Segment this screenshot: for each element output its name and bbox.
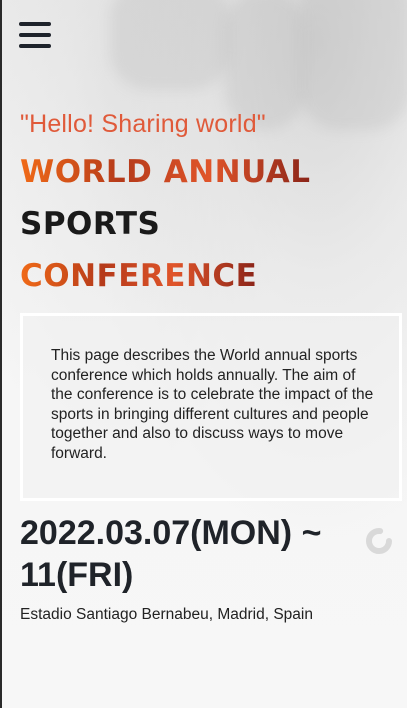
left-border bbox=[0, 0, 2, 708]
description-box: This page describes the World annual spo… bbox=[20, 313, 402, 501]
greeting-text: "Hello! Sharing world" bbox=[20, 110, 266, 138]
background-figure bbox=[300, 0, 407, 130]
hamburger-menu-icon[interactable] bbox=[19, 22, 51, 48]
event-date: 2022.03.07(MON) ~ 11(FRI) bbox=[20, 514, 322, 594]
title-line-3: CONFERENCE bbox=[20, 258, 258, 294]
title-line-2: SPORTS bbox=[20, 206, 161, 242]
description-text: This page describes the World annual spo… bbox=[51, 347, 374, 462]
event-venue: Estadio Santiago Bernabeu, Madrid, Spain bbox=[20, 606, 313, 623]
loading-spinner-icon bbox=[364, 526, 394, 556]
page: "Hello! Sharing world" WORLD ANNUAL SPOR… bbox=[0, 0, 407, 708]
title-line-1: WORLD ANNUAL bbox=[20, 154, 311, 190]
background-figure bbox=[110, 0, 230, 90]
